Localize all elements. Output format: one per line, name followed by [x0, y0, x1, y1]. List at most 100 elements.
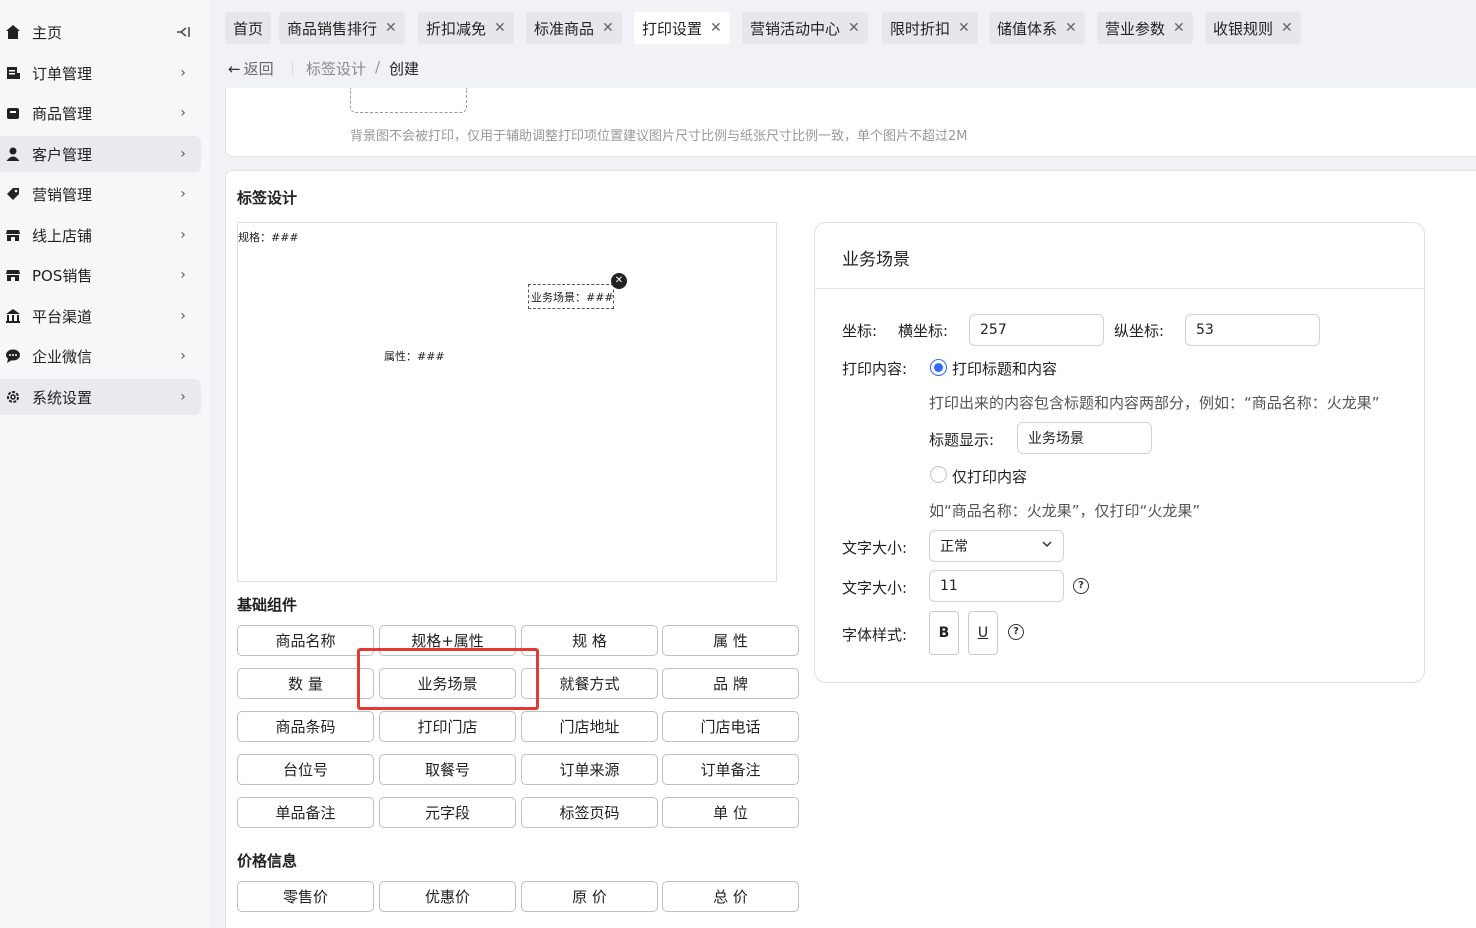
component-button[interactable]: 元字段	[379, 797, 516, 828]
component-button[interactable]: 规 格	[521, 625, 658, 656]
chevron-right-icon: ›	[180, 308, 186, 324]
close-icon[interactable]: ✕	[602, 20, 614, 36]
component-button[interactable]: 优惠价	[379, 881, 516, 912]
font-size-number-label: 文字大小:	[842, 579, 908, 597]
tab-sales-ranking[interactable]: 商品销售排行 ✕	[279, 12, 405, 44]
back-label: 返回	[243, 60, 274, 78]
sidebar-item-marketing[interactable]: 营销管理 ›	[0, 176, 201, 212]
sidebar: 主页 订单管理 › 商品管理 › 客户管理 › 营销管理 › 线上店铺 › PO…	[0, 0, 210, 928]
radio-content-only[interactable]	[930, 466, 947, 483]
print-content-label: 打印内容:	[842, 360, 908, 378]
chevron-right-icon: ›	[180, 186, 186, 202]
canvas-scene-field[interactable]: 业务场景：###	[528, 284, 614, 309]
close-icon[interactable]: ✕	[848, 20, 860, 36]
sidebar-item-orders[interactable]: 订单管理 ›	[0, 55, 201, 91]
radio-title-and-content[interactable]	[930, 359, 947, 376]
remove-field-icon[interactable]: ✕	[611, 273, 627, 289]
sidebar-item-online-store[interactable]: 线上店铺 ›	[0, 217, 201, 253]
tab-business-params[interactable]: 营业参数 ✕	[1097, 12, 1193, 44]
chevron-right-icon: ›	[180, 65, 186, 81]
component-button[interactable]: 就餐方式	[521, 668, 658, 699]
component-button[interactable]: 属 性	[662, 625, 799, 656]
tab-cashier-rules[interactable]: 收银规则 ✕	[1205, 12, 1301, 44]
tab-discount[interactable]: 折扣减免 ✕	[418, 12, 514, 44]
chevron-right-icon: ›	[180, 389, 186, 405]
font-size-select[interactable]: 正常	[929, 530, 1064, 562]
chevron-right-icon: ›	[180, 267, 186, 283]
sidebar-item-settings[interactable]: 系统设置 ›	[0, 379, 201, 415]
sidebar-item-label: 商品管理	[32, 104, 93, 123]
label-canvas[interactable]: 规格：### 业务场景：### ✕ 属性：###	[237, 222, 777, 582]
chevron-right-icon: ›	[180, 348, 186, 364]
component-button[interactable]: 商品条码	[237, 711, 374, 742]
tab-print-settings[interactable]: 打印设置 ✕	[634, 12, 730, 44]
component-button[interactable]: 数 量	[237, 668, 374, 699]
sidebar-item-label: 线上店铺	[32, 226, 93, 245]
close-icon[interactable]: ✕	[1065, 20, 1077, 36]
component-button[interactable]: 零售价	[237, 881, 374, 912]
option-content-only[interactable]: 仅打印内容	[952, 466, 1027, 487]
help-icon[interactable]: ?	[1073, 578, 1089, 594]
tab-flash-discount[interactable]: 限时折扣 ✕	[882, 12, 978, 44]
coord-label: 坐标:	[842, 322, 878, 340]
component-button[interactable]: 单 位	[662, 797, 799, 828]
option2-hint: 如“商品名称：火龙果”，仅打印“火龙果”	[929, 502, 1201, 520]
font-size-number-input[interactable]: 11	[929, 570, 1064, 602]
arrow-left-icon: ←	[228, 59, 241, 78]
chat-icon	[4, 347, 22, 365]
close-icon[interactable]: ✕	[494, 20, 506, 36]
component-button[interactable]: 品 牌	[662, 668, 799, 699]
component-button[interactable]: 总 价	[662, 881, 799, 912]
component-button[interactable]: 订单备注	[662, 754, 799, 785]
close-icon[interactable]: ✕	[958, 20, 970, 36]
tab-label: 储值体系	[997, 19, 1058, 38]
component-button[interactable]: 商品名称	[237, 625, 374, 656]
component-button[interactable]: 单品备注	[237, 797, 374, 828]
underline-button[interactable]: U	[968, 611, 998, 655]
title-display-input[interactable]: 业务场景	[1017, 422, 1152, 454]
sidebar-item-channels[interactable]: 平台渠道 ›	[0, 298, 201, 334]
option-title-and-content[interactable]: 打印标题和内容	[952, 358, 1057, 379]
collapse-left-icon[interactable]	[173, 24, 193, 40]
close-icon[interactable]: ✕	[1173, 20, 1185, 36]
component-button[interactable]: 订单来源	[521, 754, 658, 785]
component-button[interactable]: 原 价	[521, 881, 658, 912]
tab-standard-products[interactable]: 标准商品 ✕	[526, 12, 622, 44]
component-button[interactable]: 台位号	[237, 754, 374, 785]
sidebar-item-home[interactable]: 主页	[0, 14, 201, 50]
component-button[interactable]: 取餐号	[379, 754, 516, 785]
close-icon[interactable]: ✕	[1281, 20, 1293, 36]
sidebar-item-label: 营销管理	[32, 185, 93, 204]
chevron-down-icon	[1041, 538, 1053, 554]
component-button[interactable]: 门店地址	[521, 711, 658, 742]
canvas-attr-field[interactable]: 属性：###	[384, 348, 445, 364]
close-icon[interactable]: ✕	[385, 20, 397, 36]
sidebar-item-wecom[interactable]: 企业微信 ›	[0, 338, 201, 374]
breadcrumb-parent[interactable]: 标签设计	[306, 58, 366, 79]
component-button[interactable]: 打印门店	[379, 711, 516, 742]
properties-panel: 业务场景 坐标: 横坐标: 257 纵坐标: 53 打印内容: 打印标题和内容 …	[814, 222, 1425, 683]
back-button[interactable]: ← 返回	[228, 58, 274, 79]
chevron-right-icon: ›	[180, 146, 186, 162]
help-icon[interactable]: ?	[1008, 624, 1024, 640]
bold-button[interactable]: B	[929, 611, 959, 655]
background-image-upload[interactable]	[350, 88, 467, 113]
background-note: 背景图不会被打印，仅用于辅助调整打印项位置建议图片尺寸比例与纸张尺寸比例一致，单…	[350, 129, 968, 144]
sidebar-item-pos[interactable]: POS销售 ›	[0, 257, 201, 293]
component-button[interactable]: 门店电话	[662, 711, 799, 742]
font-size-label: 文字大小:	[842, 539, 908, 557]
tab-label: 打印设置	[642, 19, 703, 38]
component-button[interactable]: 标签页码	[521, 797, 658, 828]
y-coordinate-input[interactable]: 53	[1185, 314, 1320, 346]
sidebar-item-products[interactable]: 商品管理 ›	[0, 95, 201, 131]
tab-stored-value[interactable]: 储值体系 ✕	[989, 12, 1085, 44]
x-coordinate-input[interactable]: 257	[969, 314, 1104, 346]
canvas-spec-field[interactable]: 规格：###	[238, 229, 299, 245]
tab-label: 限时折扣	[890, 19, 951, 38]
close-icon[interactable]: ✕	[710, 20, 722, 36]
tab-label: 营销活动中心	[750, 19, 841, 38]
tab-marketing-center[interactable]: 营销活动中心 ✕	[742, 12, 868, 44]
sidebar-item-customers[interactable]: 客户管理 ›	[0, 136, 201, 172]
tab-home[interactable]: 首页	[225, 12, 272, 44]
gear-icon	[4, 388, 22, 406]
